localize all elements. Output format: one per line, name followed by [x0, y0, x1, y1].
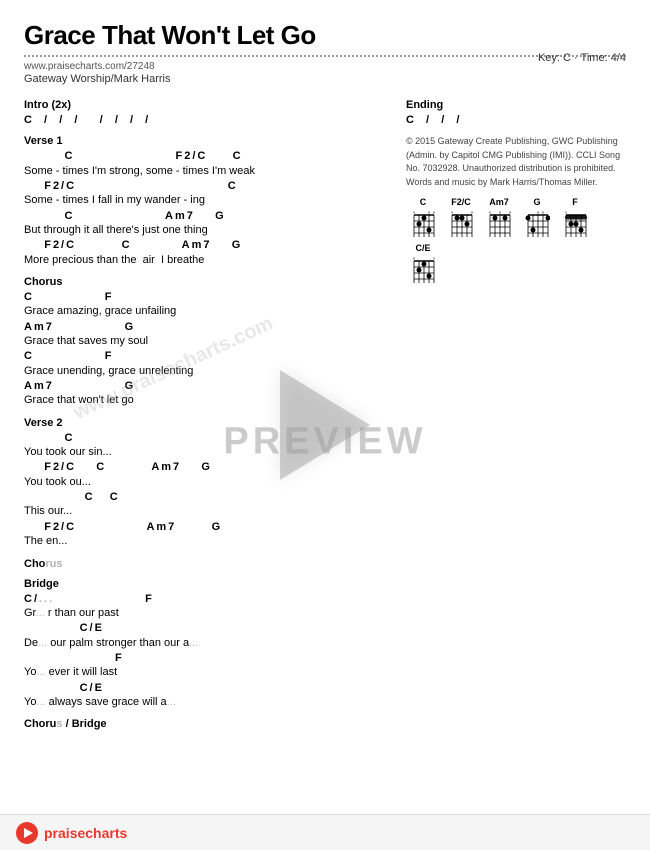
- svg-text:x: x: [565, 210, 567, 215]
- bridge-lyric3: Yo... ever it will last: [24, 665, 390, 680]
- intro-chords: C / / / / / / /: [24, 113, 390, 127]
- chord-f: F: [558, 197, 592, 239]
- main-content: Intro (2x) C / / / / / / / Verse 1 C F2/…: [24, 99, 626, 738]
- chord-am7-name: Am7: [489, 197, 509, 207]
- svg-text:x: x: [489, 210, 491, 215]
- verse2-lyric3: This our...: [24, 504, 390, 519]
- svg-text:x: x: [433, 256, 435, 261]
- page: Grace That Won't Let Go www.praisecharts…: [0, 0, 650, 850]
- chord-f2c: F2/C x o: [444, 197, 478, 239]
- svg-text:o: o: [471, 210, 474, 215]
- ending-chords: C / / /: [406, 113, 626, 127]
- verse2-chord4: F2/C Am7 G: [24, 520, 390, 534]
- intro-section: Intro (2x) C / / / / / / /: [24, 99, 390, 127]
- bridge-chord2: C/E: [24, 621, 390, 635]
- verse2-lyric4: The en...: [24, 534, 390, 549]
- verse1-lyric2: Some - times I fall in my wander - ing: [24, 193, 390, 208]
- verse1-chord2: F2/C C: [24, 179, 390, 193]
- logo-text-black: secharts: [70, 825, 128, 841]
- svg-text:o: o: [499, 210, 502, 215]
- svg-text:o: o: [542, 210, 545, 215]
- chorus2-label: Chorus: [24, 558, 390, 570]
- chord-ce-name: C/E: [415, 243, 430, 253]
- chorus-chord4: Am7 G: [24, 379, 390, 393]
- logo-text: praisecharts: [44, 825, 127, 841]
- svg-text:o: o: [428, 210, 431, 215]
- chord-c-name: C: [420, 197, 427, 207]
- key-time: Key: C · Time: 4/4: [538, 52, 626, 64]
- verse1-lyric3: But through it all there's just one thin…: [24, 223, 390, 238]
- svg-text:o: o: [413, 256, 416, 261]
- bridge-chord4: C/E: [24, 681, 390, 695]
- verse1-label: Verse 1: [24, 135, 390, 147]
- bridge-chord3: F: [24, 651, 390, 665]
- chord-g: G o o: [520, 197, 554, 239]
- title-divider: [24, 55, 626, 57]
- verse2-lyric2: You took ou...: [24, 475, 390, 490]
- bridge-label: Bridge: [24, 578, 390, 590]
- bridge-lyric4: Yo... always save grace will a...: [24, 695, 390, 710]
- chorus-bridge-label: Chorus / Chorus / BridgeBridge: [24, 718, 390, 730]
- praisecharts-logo[interactable]: praisecharts: [16, 822, 127, 844]
- verse2-label: Verse 2: [24, 417, 390, 429]
- chorus-chord2: Am7 G: [24, 320, 390, 334]
- bottom-bar: praisecharts: [0, 814, 650, 850]
- chorus-bridge-section: Chorus / Chorus / BridgeBridge: [24, 718, 390, 730]
- copyright-text: © 2015 Gateway Create Publishing, GWC Pu…: [406, 135, 626, 189]
- chord-f2c-name: F2/C: [451, 197, 471, 207]
- ending-label: Ending: [406, 99, 626, 111]
- chord-f-name: F: [572, 197, 578, 207]
- verse1-lyric4: More precious than the air I breathe: [24, 253, 390, 268]
- chord-g-name: G: [533, 197, 540, 207]
- logo-text-red: prai: [44, 825, 70, 841]
- bridge-section: Bridge C/... F Gr... r than our past C/E…: [24, 578, 390, 711]
- verse2-chord3: C C: [24, 490, 390, 504]
- chord-diagrams: C: [406, 197, 626, 285]
- chord-am7: Am7 x o o: [482, 197, 516, 239]
- chorus-lyric1: Grace amazing, grace unfailing: [24, 304, 390, 319]
- verse1-chord3: C Am7 G: [24, 209, 390, 223]
- intro-label: Intro (2x): [24, 99, 390, 111]
- chorus-label: Chorus: [24, 276, 390, 288]
- verse2-chord1: C: [24, 431, 390, 445]
- bridge-lyric2: De... our palm stronger than our a...: [24, 636, 390, 651]
- bridge-chord1: C/... F: [24, 592, 390, 606]
- svg-text:o: o: [433, 210, 436, 215]
- verse1-chord1: C F2/C C: [24, 149, 390, 163]
- logo-play-icon: [16, 822, 38, 844]
- chord-ce: C/E o x: [406, 243, 440, 285]
- chorus-section: Chorus C F Grace amazing, grace unfailin…: [24, 276, 390, 409]
- chord-c: C: [406, 197, 440, 239]
- chorus-chord3: C F: [24, 349, 390, 363]
- verse2-lyric1: You took our sin...: [24, 445, 390, 460]
- chorus-lyric2: Grace that saves my soul: [24, 334, 390, 349]
- svg-text:x: x: [413, 210, 415, 215]
- chorus-chord1: C F: [24, 290, 390, 304]
- svg-text:o: o: [537, 210, 540, 215]
- ending-section: Ending C / / /: [406, 99, 626, 127]
- chorus-lyric4: Grace that won't let go: [24, 393, 390, 408]
- song-title: Grace That Won't Let Go: [24, 20, 626, 51]
- svg-text:x: x: [451, 210, 453, 215]
- verse2-section: Verse 2 C You took our sin... F2/C C Am7…: [24, 417, 390, 550]
- left-column: Intro (2x) C / / / / / / / Verse 1 C F2/…: [24, 99, 390, 738]
- url-line[interactable]: www.praisecharts.com/27248: [24, 61, 626, 72]
- right-column: Ending C / / / © 2015 Gateway Create Pub…: [406, 99, 626, 738]
- artist-line: Gateway Worship/Mark Harris: [24, 73, 626, 85]
- verse1-chord4: F2/C C Am7 G: [24, 238, 390, 252]
- verse1-lyric1: Some - times I'm strong, some - times I'…: [24, 164, 390, 179]
- bridge-lyric1: Gr... r than our past: [24, 606, 390, 621]
- verse1-section: Verse 1 C F2/C C Some - times I'm strong…: [24, 135, 390, 268]
- chorus2-section: Chorus: [24, 558, 390, 570]
- svg-text:o: o: [509, 210, 512, 215]
- verse2-chord2: F2/C C Am7 G: [24, 460, 390, 474]
- chorus-lyric3: Grace unending, grace unrelenting: [24, 364, 390, 379]
